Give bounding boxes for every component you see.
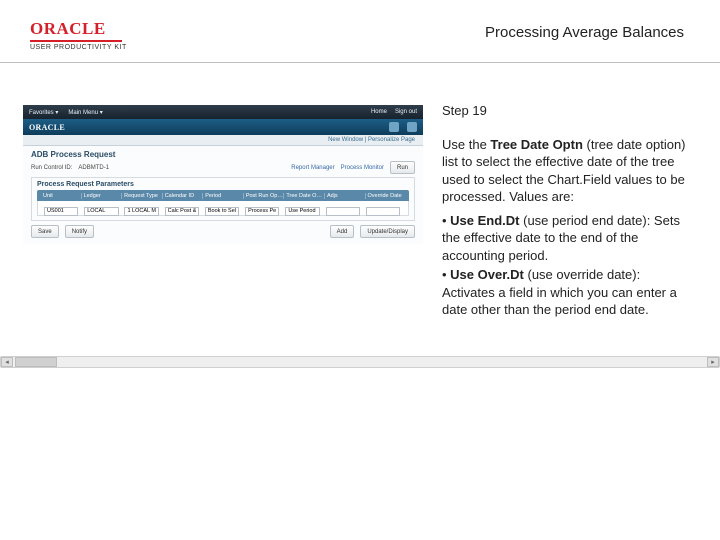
bullet-1: • Use End.Dt (use period end date): Sets… [442,212,690,265]
section-title: ADB Process Request [31,150,415,159]
run-control-value: ADBMTD-1 [78,165,109,171]
header-divider [0,62,720,63]
step-number: Step 19 [442,102,690,120]
logo-text: ORACLE [30,20,106,37]
add-button[interactable]: Add [330,225,355,238]
nav-main-menu[interactable]: Main Menu ▾ [68,109,102,116]
process-monitor-link[interactable]: Process Monitor [341,165,384,171]
col-calendar: Calendar ID [163,193,204,199]
logo-subtitle: USER PRODUCTIVITY KIT [30,44,127,51]
col-adjs: Adjs [325,193,366,199]
col-period: Period [203,193,244,199]
save-button[interactable]: Save [31,225,59,238]
brand-text: ORACLE [29,123,65,132]
scroll-thumb[interactable] [15,357,57,367]
update-display-button[interactable]: Update/Display [360,225,415,238]
cell-period[interactable] [205,207,239,216]
logo-divider [30,40,122,42]
parameters-title: Process Request Parameters [37,181,409,188]
run-control-label: Run Control ID: [31,165,72,171]
col-post-run: Post Run Option [244,193,285,199]
b1-bold: Use End.Dt [450,213,519,228]
app-screenshot: Favorites ▾ Main Menu ▾ Home Sign out OR… [22,104,424,234]
screenshot-sublinks[interactable]: New Window | Personalize Page [23,135,423,146]
screenshot-scrollbar[interactable]: ◂ ▸ [0,356,720,368]
intro-bold: Tree Date Optn [490,137,582,152]
col-request-type: Request Type [122,193,163,199]
screenshot-top-nav: Favorites ▾ Main Menu ▾ Home Sign out [23,105,423,119]
nav-icon[interactable] [407,122,417,132]
cell-adjs[interactable] [326,207,360,216]
header: ORACLE USER PRODUCTIVITY KIT Processing … [30,22,690,62]
col-unit: Unit [41,193,82,199]
col-override: Override Date [366,193,406,199]
notify-button[interactable]: Notify [65,225,94,238]
cell-ledger[interactable] [84,207,118,216]
flag-icon[interactable] [389,122,399,132]
scroll-right-icon[interactable]: ▸ [707,357,719,367]
footer-buttons: Save Notify Add Update/Display [31,225,415,238]
intro-a: Use the [442,137,490,152]
cell-override[interactable] [366,207,400,216]
nav-signout[interactable]: Sign out [395,109,417,115]
cell-tree-date[interactable] [285,207,319,216]
cell-post[interactable] [245,207,279,216]
col-ledger: Ledger [82,193,123,199]
cell-unit[interactable] [44,207,78,216]
instruction-paragraph: Use the Tree Date Optn (tree date option… [442,136,690,206]
nav-home[interactable]: Home [371,109,387,115]
grid-row [37,201,409,216]
oracle-upk-logo: ORACLE USER PRODUCTIVITY KIT [30,20,127,51]
cell-calendar[interactable] [165,207,199,216]
col-tree-date: Tree Date Option [284,193,325,199]
screenshot-brand-bar: ORACLE [23,119,423,135]
parameters-box: Process Request Parameters Unit Ledger R… [31,177,415,221]
report-manager-link[interactable]: Report Manager [291,165,334,171]
run-button[interactable]: Run [390,161,415,174]
b2-bold: Use Over.Dt [450,267,524,282]
cell-request[interactable] [124,207,158,216]
instruction-panel: Step 19 Use the Tree Date Optn (tree dat… [424,104,690,319]
nav-favorites[interactable]: Favorites ▾ [29,109,58,116]
run-control-row: Run Control ID: ADBMTD-1 Report Manager … [31,161,415,174]
page-title: Processing Average Balances [485,24,690,41]
bullet-2: • Use Over.Dt (use override date): Activ… [442,266,690,319]
scroll-left-icon[interactable]: ◂ [1,357,13,367]
